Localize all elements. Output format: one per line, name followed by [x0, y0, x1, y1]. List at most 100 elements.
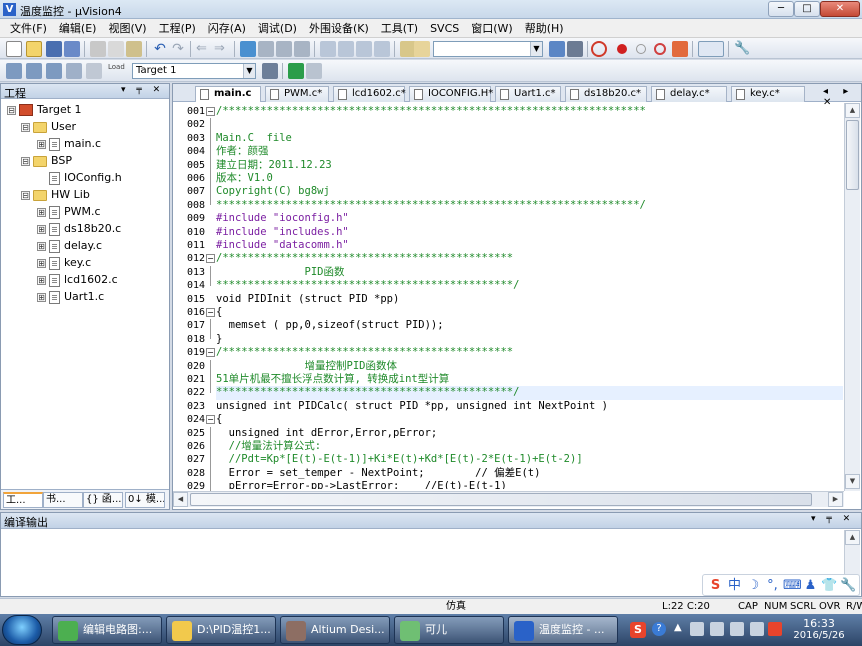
- code-line[interactable]: //Pdt=Kp*[E(t)-E(t-1)]+Ki*E(t)+Kd*[E(t)-…: [216, 453, 583, 466]
- punctuation-icon[interactable]: °,: [764, 578, 781, 594]
- debug-icon[interactable]: [414, 41, 430, 57]
- copy-icon[interactable]: [108, 41, 124, 57]
- nav-back-icon[interactable]: ⇐: [196, 41, 212, 57]
- tree-item[interactable]: ⊟ User: [21, 118, 76, 135]
- breakpoint-icon[interactable]: [617, 44, 627, 54]
- code-line[interactable]: {: [216, 413, 222, 426]
- project-tab-2[interactable]: {} 函...: [83, 492, 123, 508]
- menu-item-9[interactable]: 窗口(W): [465, 19, 518, 38]
- code-line[interactable]: 版本：V1.0: [216, 172, 273, 185]
- code-line[interactable]: #include "datacomm.h": [216, 239, 349, 252]
- tree-item[interactable]: ⊞ delay.c: [37, 237, 102, 254]
- tree-expander-icon[interactable]: ⊟: [7, 105, 16, 115]
- cut-icon[interactable]: [90, 41, 106, 57]
- tree-item[interactable]: ⊞ main.c: [37, 135, 101, 152]
- scroll-up-icon[interactable]: ▲: [845, 103, 860, 118]
- minimize-button[interactable]: ─: [768, 1, 794, 17]
- scroll-thumb[interactable]: [846, 120, 859, 190]
- code-line[interactable]: /***************************************…: [216, 252, 513, 265]
- menu-item-2[interactable]: 视图(V): [102, 19, 152, 38]
- code-line[interactable]: unsigned int PIDCalc( struct PID *pp, un…: [216, 400, 608, 413]
- ime-toolbar[interactable]: S 中 ☽ °, ⌨ ♟ 👕 🔧: [702, 574, 860, 596]
- action-center-icon[interactable]: [690, 622, 704, 636]
- tree-item[interactable]: IOConfig.h: [37, 169, 122, 186]
- tree-item[interactable]: ⊞ ds18b20.c: [37, 220, 121, 237]
- stop-build-icon[interactable]: [86, 63, 102, 79]
- moon-icon[interactable]: ☽: [745, 578, 762, 594]
- start-debug-icon[interactable]: [591, 41, 607, 57]
- code-line[interactable]: pError=Error-pp->LastError; //E(t)-E(t-1…: [216, 480, 507, 489]
- next-bookmark-icon[interactable]: [276, 41, 292, 57]
- code-line[interactable]: 作者：颜强: [216, 145, 269, 158]
- batch-build-icon[interactable]: [66, 63, 82, 79]
- code-line[interactable]: Copyright(C) bg8wj: [216, 185, 330, 198]
- code-line[interactable]: unsigned int dError,Error,pError;: [216, 427, 438, 440]
- volume-icon[interactable]: [750, 622, 764, 636]
- open-folder-icon[interactable]: [26, 41, 42, 57]
- menu-item-8[interactable]: SVCS: [424, 19, 465, 38]
- unindent-icon[interactable]: [338, 41, 354, 57]
- close-button[interactable]: ✕: [820, 1, 860, 17]
- code-line[interactable]: 增量控制PID函数体: [216, 360, 397, 373]
- show-hidden-icon[interactable]: ▲: [674, 622, 682, 633]
- scroll-left-icon[interactable]: ◀: [173, 492, 188, 507]
- network-icon[interactable]: [710, 622, 724, 636]
- wrench-icon[interactable]: 🔧: [734, 41, 750, 57]
- menu-item-3[interactable]: 工程(P): [153, 19, 202, 38]
- scroll-down-icon[interactable]: ▼: [845, 474, 860, 489]
- editor-tab[interactable]: Uart1.c*: [495, 86, 561, 102]
- indent-icon[interactable]: [320, 41, 336, 57]
- tree-expander-icon[interactable]: ⊞: [37, 258, 46, 268]
- fold-toggle-icon[interactable]: −: [206, 415, 215, 425]
- panel-controls[interactable]: ▾ ╤ ✕: [121, 85, 164, 95]
- taskbar-item[interactable]: 可儿: [394, 616, 504, 644]
- input-method-icon[interactable]: [768, 622, 782, 636]
- taskbar-item[interactable]: 编辑电路图:...: [52, 616, 162, 644]
- select-packs-icon[interactable]: [306, 63, 322, 79]
- load-icon[interactable]: Load: [108, 63, 125, 79]
- translate-icon[interactable]: [6, 63, 22, 79]
- keyboard-icon[interactable]: ⌨: [783, 578, 802, 594]
- editor-tab[interactable]: lcd1602.c*: [333, 86, 406, 102]
- incremental-find-icon[interactable]: [567, 41, 583, 57]
- tree-expander-icon[interactable]: ⊟: [21, 156, 30, 166]
- menu-item-6[interactable]: 外围设备(K): [303, 19, 375, 38]
- code-line[interactable]: #include "ioconfig.h": [216, 212, 349, 225]
- chinese-mode-icon[interactable]: 中: [726, 578, 743, 594]
- tree-expander-icon[interactable]: ⊞: [37, 139, 46, 149]
- menu-item-1[interactable]: 编辑(E): [53, 19, 103, 38]
- code-line[interactable]: void PIDInit (struct PID *pp): [216, 293, 399, 306]
- help-icon[interactable]: ?: [652, 622, 666, 636]
- tree-item[interactable]: ⊟ Target 1: [7, 101, 82, 118]
- editor-tab[interactable]: ds18b20.c*: [565, 86, 647, 102]
- code-line[interactable]: }: [216, 333, 222, 346]
- tree-item[interactable]: ⊞ Uart1.c: [37, 288, 104, 305]
- rebuild-icon[interactable]: [46, 63, 62, 79]
- prev-bookmark-icon[interactable]: [258, 41, 274, 57]
- code-line[interactable]: 建立日期：2011.12.23: [216, 159, 332, 172]
- window-config-icon[interactable]: [698, 41, 724, 57]
- undo-icon[interactable]: ↶: [152, 41, 168, 57]
- fold-toggle-icon[interactable]: −: [206, 107, 215, 116]
- code-line[interactable]: //增量法计算公式:: [216, 440, 321, 453]
- tree-item[interactable]: ⊟ BSP: [21, 152, 72, 169]
- menu-item-5[interactable]: 调试(D): [252, 19, 303, 38]
- scroll-up-icon[interactable]: ▲: [845, 530, 860, 545]
- clock-time[interactable]: 16:33: [784, 617, 854, 630]
- menu-item-4[interactable]: 闪存(A): [202, 19, 252, 38]
- save-icon[interactable]: [46, 41, 62, 57]
- sogou-icon[interactable]: S: [707, 578, 724, 594]
- scroll-thumb[interactable]: [190, 493, 812, 506]
- tree-expander-icon[interactable]: ⊟: [21, 190, 30, 200]
- bookmark-icon[interactable]: [240, 41, 256, 57]
- editor-tab[interactable]: key.c*: [731, 86, 805, 102]
- code-line[interactable]: PID函数: [216, 266, 345, 279]
- user-icon[interactable]: ♟: [802, 578, 819, 594]
- fold-toggle-icon[interactable]: −: [206, 254, 215, 264]
- tree-expander-icon[interactable]: ⊞: [37, 292, 46, 302]
- tree-expander-icon[interactable]: ⊞: [37, 207, 46, 217]
- editor-tab[interactable]: PWM.c*: [265, 86, 329, 102]
- code-line[interactable]: ****************************************…: [216, 386, 843, 400]
- code-line[interactable]: ****************************************…: [216, 279, 519, 292]
- code-line[interactable]: Main.C file: [216, 132, 292, 145]
